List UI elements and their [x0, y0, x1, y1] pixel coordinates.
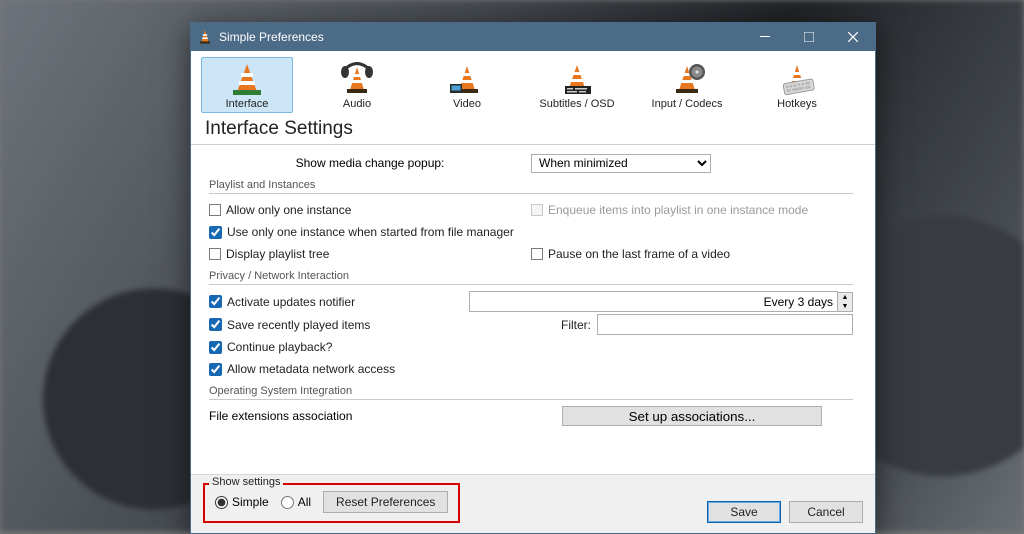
filter-label: Filter:	[561, 318, 591, 332]
category-label: Audio	[343, 98, 371, 110]
filter-field[interactable]	[597, 314, 853, 335]
show-settings-simple-radio[interactable]: Simple	[215, 495, 269, 509]
video-icon	[447, 62, 487, 96]
updates-interval-up-button[interactable]: ▲	[838, 293, 852, 302]
preferences-window: Simple Preferences Interface	[190, 22, 876, 534]
setup-associations-button[interactable]: Set up associations...	[562, 406, 822, 426]
input-codecs-icon	[667, 62, 707, 96]
media-change-popup-label: Show media change popup:	[296, 156, 445, 170]
category-label: Video	[453, 98, 481, 110]
display-playlist-tree-checkbox[interactable]: Display playlist tree	[209, 247, 329, 261]
show-settings-legend: Show settings	[209, 476, 283, 488]
cancel-button[interactable]: Cancel	[789, 501, 863, 523]
enqueue-items-checkbox: Enqueue items into playlist in one insta…	[531, 203, 808, 217]
maximize-icon	[804, 32, 814, 42]
maximize-button[interactable]	[787, 23, 831, 51]
show-settings-all-radio[interactable]: All	[281, 495, 311, 509]
category-label: Input / Codecs	[652, 98, 723, 110]
close-icon	[848, 32, 858, 42]
page-title: Interface Settings	[191, 115, 875, 144]
file-assoc-label: File extensions association	[209, 409, 352, 423]
show-settings-group: Show settings Simple All Reset Preferenc…	[203, 483, 460, 523]
category-audio[interactable]: Audio	[311, 57, 403, 113]
updates-interval-field[interactable]	[469, 291, 838, 312]
category-label: Subtitles / OSD	[539, 98, 614, 110]
app-icon	[197, 29, 213, 45]
dialog-footer: Show settings Simple All Reset Preferenc…	[191, 474, 875, 533]
titlebar: Simple Preferences	[191, 23, 875, 51]
settings-scroll-area[interactable]: Show media change popup: When minimized …	[199, 145, 859, 474]
category-video[interactable]: Video	[421, 57, 513, 113]
category-hotkeys[interactable]: Hotkeys	[751, 57, 843, 113]
category-interface[interactable]: Interface	[201, 57, 293, 113]
activate-updates-checkbox[interactable]: Activate updates notifier	[209, 295, 355, 309]
category-label: Interface	[226, 98, 269, 110]
hotkeys-icon	[777, 62, 817, 96]
allow-one-instance-checkbox[interactable]: Allow only one instance	[209, 203, 351, 217]
category-input-codecs[interactable]: Input / Codecs	[641, 57, 733, 113]
category-subtitles[interactable]: Subtitles / OSD	[531, 57, 623, 113]
group-privacy-title: Privacy / Network Interaction	[209, 270, 853, 282]
window-title: Simple Preferences	[219, 30, 324, 44]
category-label: Hotkeys	[777, 98, 817, 110]
save-button[interactable]: Save	[707, 501, 781, 523]
close-button[interactable]	[831, 23, 875, 51]
save-recent-checkbox[interactable]: Save recently played items	[209, 318, 370, 332]
media-change-popup-select[interactable]: When minimized	[531, 154, 711, 173]
minimize-button[interactable]	[743, 23, 787, 51]
reset-preferences-button[interactable]: Reset Preferences	[323, 491, 448, 513]
group-os-title: Operating System Integration	[209, 385, 853, 397]
group-playlist-title: Playlist and Instances	[209, 179, 853, 191]
updates-interval-down-button[interactable]: ▼	[838, 302, 852, 311]
minimize-icon	[760, 32, 770, 42]
continue-playback-checkbox[interactable]: Continue playback?	[209, 340, 332, 354]
pause-last-frame-checkbox[interactable]: Pause on the last frame of a video	[531, 247, 730, 261]
audio-icon	[337, 62, 377, 96]
metadata-network-checkbox[interactable]: Allow metadata network access	[209, 362, 395, 376]
category-bar: Interface Audio	[191, 51, 875, 115]
one-instance-file-manager-checkbox[interactable]: Use only one instance when started from …	[209, 225, 514, 239]
subtitles-icon	[557, 62, 597, 96]
interface-icon	[227, 62, 267, 96]
